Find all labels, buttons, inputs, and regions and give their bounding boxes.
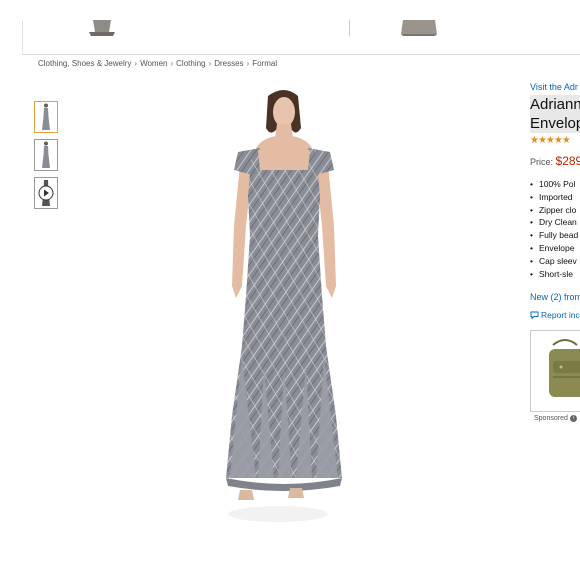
price-label: Price: xyxy=(530,157,554,167)
product-info-column: Visit the Adr Adrianna Envelop ★★★★★ Pri… xyxy=(530,82,580,423)
info-icon[interactable]: i xyxy=(569,415,577,423)
feature-bullet: Fully bead xyxy=(530,229,580,242)
breadcrumb-item[interactable]: Women xyxy=(140,59,167,68)
breadcrumb-separator: › xyxy=(170,59,174,68)
related-product-thumb[interactable] xyxy=(399,20,439,36)
sponsored-label: Sponsored i xyxy=(534,415,580,423)
new-offers-link[interactable]: New (2) from xyxy=(530,292,580,302)
report-link[interactable]: Report inc xyxy=(530,310,580,320)
price-row: Price: $289 xyxy=(530,154,580,168)
report-link-label: Report inc xyxy=(541,310,580,321)
thumbnail-front[interactable] xyxy=(34,101,58,133)
price-value: $289 xyxy=(555,154,580,168)
speech-bubble-icon xyxy=(530,311,539,320)
thumbnail-video[interactable] xyxy=(34,177,58,209)
star-rating[interactable]: ★★★★★ xyxy=(530,135,580,146)
feature-bullet: Envelope xyxy=(530,242,580,255)
feature-bullet: Cap sleev xyxy=(530,255,580,268)
thumbnail-back[interactable] xyxy=(34,139,58,171)
product-title-line: Adrianna xyxy=(530,96,580,113)
feature-bullet: Zipper clo xyxy=(530,204,580,217)
breadcrumb-separator: › xyxy=(208,59,212,68)
related-product-thumb[interactable] xyxy=(87,20,117,36)
brand-store-link[interactable]: Visit the Adr xyxy=(530,82,580,92)
breadcrumb-item[interactable]: Clothing xyxy=(176,59,205,68)
star-icon: ★★★★ xyxy=(530,135,563,146)
breadcrumb-item[interactable]: Clothing, Shoes & Jewelry xyxy=(38,59,131,68)
feature-bullet: Short-sle xyxy=(530,268,580,281)
page-frame: Clothing, Shoes & Jewelry › Women › Clothing… xyxy=(0,0,580,580)
play-icon xyxy=(38,180,54,206)
feature-bullets: 100% Pol Imported Zipper clo Dry Clean F… xyxy=(530,178,580,280)
breadcrumb-item[interactable]: Formal xyxy=(252,59,277,68)
related-products-strip xyxy=(22,20,580,55)
breadcrumb-separator: › xyxy=(246,59,250,68)
half-star-icon: ★ xyxy=(561,135,571,146)
breadcrumb-separator: › xyxy=(134,59,138,68)
image-thumbnails xyxy=(34,101,58,215)
sponsored-text: Sponsored xyxy=(534,415,568,423)
main-product-image[interactable] xyxy=(222,86,346,532)
dress-thumb-icon xyxy=(42,103,50,130)
ad-product-image xyxy=(549,339,580,398)
strip-divider xyxy=(349,20,350,36)
breadcrumb-item[interactable]: Dresses xyxy=(214,59,243,68)
product-title-line: Envelop xyxy=(530,115,580,132)
product-title: Adrianna Envelop xyxy=(530,95,580,133)
dress-thumb-icon xyxy=(42,141,50,168)
breadcrumb: Clothing, Shoes & Jewelry › Women › Clothing… xyxy=(38,59,277,68)
feature-bullet: Dry Clean xyxy=(530,216,580,229)
feature-bullet: 100% Pol xyxy=(530,178,580,191)
sponsored-ad[interactable] xyxy=(530,330,580,413)
feature-bullet: Imported xyxy=(530,191,580,204)
